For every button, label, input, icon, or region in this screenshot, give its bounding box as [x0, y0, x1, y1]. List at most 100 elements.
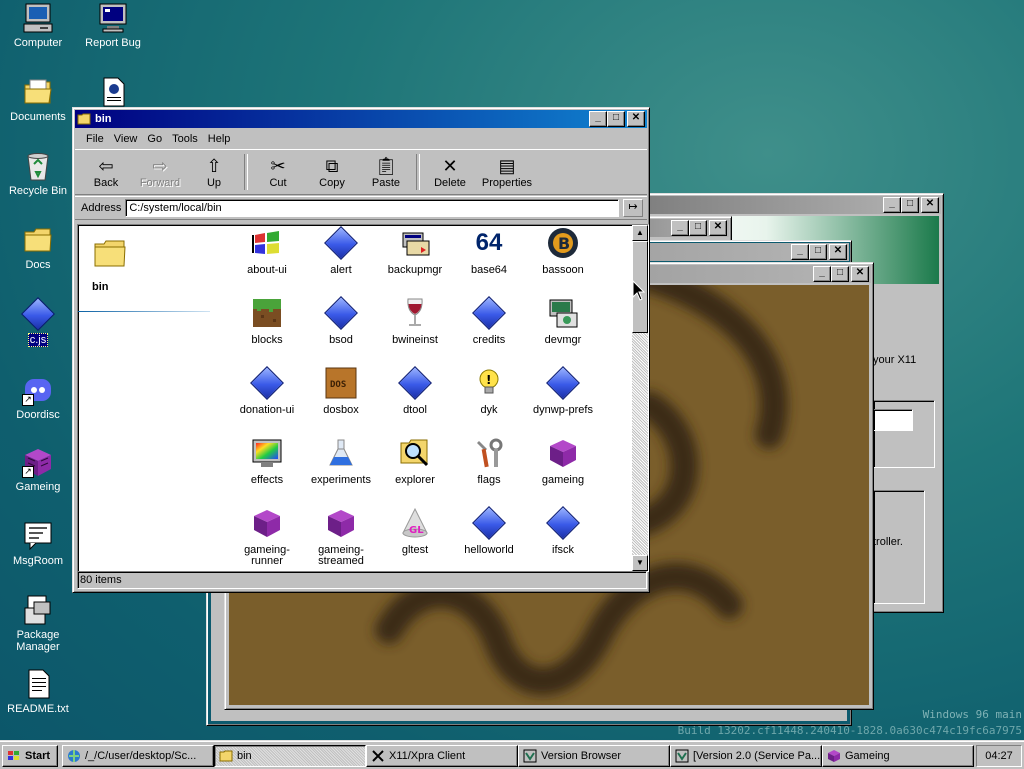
gl-cone-icon: GL: [399, 507, 431, 539]
file-item[interactable]: backupmgr: [378, 227, 452, 276]
menu-view[interactable]: View: [109, 133, 143, 145]
file-item[interactable]: gameing: [526, 437, 600, 486]
file-item[interactable]: B bassoon: [526, 227, 600, 276]
delete-button[interactable]: ✕ Delete: [423, 150, 477, 194]
minimize-button[interactable]: _: [671, 220, 689, 236]
desktop-icon-docs[interactable]: Docs: [0, 224, 76, 271]
address-input[interactable]: C:/system/local/bin: [125, 199, 619, 217]
minimize-button[interactable]: _: [883, 197, 901, 213]
desktop-icon-report-bug[interactable]: Report Bug: [75, 2, 151, 49]
taskbar-item-version-info[interactable]: [Version 2.0 (Service Pa...: [670, 745, 822, 767]
close-button[interactable]: ✕: [709, 220, 727, 236]
file-item[interactable]: helloworld: [452, 506, 526, 556]
file-item[interactable]: GL gltest: [378, 507, 452, 556]
file-item[interactable]: explorer: [378, 437, 452, 486]
explorer-titlebar[interactable]: bin _ □ ✕: [75, 110, 647, 128]
desktop-icon-gameing[interactable]: ↗ Gameing: [0, 446, 76, 493]
file-name: gltest: [401, 544, 429, 556]
minimize-button[interactable]: _: [589, 111, 607, 127]
desktop-icon-recycle-bin[interactable]: Recycle Bin: [0, 150, 76, 197]
close-button[interactable]: ✕: [627, 111, 645, 127]
minimize-button[interactable]: _: [791, 244, 809, 260]
file-item[interactable]: ! dyk: [452, 367, 526, 416]
scroll-up-button[interactable]: ▲: [632, 225, 648, 241]
desktop-icon-documents[interactable]: Documents: [0, 76, 76, 123]
file-item[interactable]: devmgr: [526, 297, 600, 346]
file-item[interactable]: blocks: [230, 297, 304, 346]
desktop-icon-document[interactable]: [75, 76, 151, 111]
diamond-icon: [546, 506, 580, 540]
file-name: helloworld: [464, 544, 514, 556]
file-item[interactable]: about-ui: [230, 227, 304, 276]
toolbar: ⇦ Back ⇨ Forward ⇧ Up ✂ Cut ⧉ Copy 📋︎ Paste ✕ D…: [75, 149, 647, 195]
desktop-icon-package-manager[interactable]: Package Manager: [0, 594, 76, 653]
taskbar-item-bin[interactable]: bin: [214, 745, 366, 767]
explorer-window[interactable]: bin _ □ ✕ File View Go Tools Help ⇦ Back …: [72, 107, 650, 593]
xpra-input[interactable]: [873, 409, 913, 431]
file-item[interactable]: gameing-runner: [230, 507, 304, 567]
desktop-icon-msgroom[interactable]: MsgRoom: [0, 520, 76, 567]
close-button[interactable]: ✕: [829, 244, 847, 260]
close-button[interactable]: ✕: [921, 197, 939, 213]
file-item[interactable]: DOS dosbox: [304, 367, 378, 416]
file-item[interactable]: bwineinst: [378, 297, 452, 346]
file-name: alert: [330, 264, 352, 276]
desktop-icon-label: Documents: [10, 111, 66, 123]
cut-button[interactable]: ✂ Cut: [251, 150, 305, 194]
vertical-scrollbar[interactable]: ▲ ▼: [632, 225, 648, 571]
properties-icon: ▤: [498, 156, 516, 176]
start-button[interactable]: Start: [2, 745, 58, 767]
folder-name: bin: [92, 281, 109, 293]
file-name: blocks: [251, 334, 283, 346]
maximize-button[interactable]: □: [809, 244, 827, 260]
paste-button[interactable]: 📋︎ Paste: [359, 150, 413, 194]
maximize-button[interactable]: □: [901, 197, 919, 213]
up-button[interactable]: ⇧ Up: [187, 150, 241, 194]
diamond-icon: [250, 366, 284, 400]
file-item[interactable]: dtool: [378, 366, 452, 416]
file-item[interactable]: dynwp-prefs: [526, 366, 600, 416]
system-tray-clock[interactable]: 04:27: [976, 745, 1022, 767]
maximize-button[interactable]: □: [689, 220, 707, 236]
cube-icon: [827, 749, 841, 763]
info-divider: [78, 311, 210, 312]
desktop-icon-readme[interactable]: README.txt: [0, 668, 76, 715]
file-item[interactable]: experiments: [304, 437, 378, 486]
desktop-icon-cjs[interactable]: c.js: [0, 297, 76, 347]
file-item[interactable]: gameing-streamed: [304, 507, 378, 567]
taskbar-item-explorer-desktop[interactable]: /_/C/user/desktop/Sc...: [62, 745, 214, 767]
file-item[interactable]: flags: [452, 437, 526, 486]
properties-button[interactable]: ▤ Properties: [477, 150, 537, 194]
taskbar-item-version-browser[interactable]: Version Browser: [518, 745, 670, 767]
go-button[interactable]: ↦: [623, 199, 643, 217]
lightbulb-icon: !: [473, 367, 505, 399]
file-item[interactable]: effects: [230, 437, 304, 486]
file-item[interactable]: credits: [452, 296, 526, 346]
scroll-down-button[interactable]: ▼: [632, 555, 648, 571]
file-item[interactable]: ifsck: [526, 506, 600, 556]
menu-file[interactable]: File: [81, 133, 109, 145]
file-item[interactable]: 64 base64: [452, 227, 526, 276]
taskbar-item-xpra[interactable]: X11/Xpra Client: [366, 745, 518, 767]
maximize-button[interactable]: □: [831, 266, 849, 282]
file-item[interactable]: bsod: [304, 296, 378, 346]
maximize-button[interactable]: □: [607, 111, 625, 127]
taskbar-item-gameing[interactable]: Gameing: [822, 745, 974, 767]
xpra-text2: troller.: [873, 536, 903, 548]
close-button[interactable]: ✕: [851, 266, 869, 282]
diamond-icon: [324, 226, 358, 260]
xpra-titlebar[interactable]: _ □ ✕: [649, 196, 941, 214]
copy-button[interactable]: ⧉ Copy: [305, 150, 359, 194]
menu-go[interactable]: Go: [142, 133, 167, 145]
back-button[interactable]: ⇦ Back: [79, 150, 133, 194]
file-item[interactable]: donation-ui: [230, 366, 304, 416]
back-arrow-icon: ⇦: [98, 156, 114, 176]
menu-help[interactable]: Help: [203, 133, 236, 145]
desktop-icon-doordisc[interactable]: ↗ Doordisc: [0, 374, 76, 421]
desktop-icon-computer[interactable]: Computer: [0, 2, 76, 49]
minimize-button[interactable]: _: [813, 266, 831, 282]
forward-button[interactable]: ⇨ Forward: [133, 150, 187, 194]
file-item[interactable]: alert: [304, 226, 378, 276]
menu-tools[interactable]: Tools: [167, 133, 203, 145]
diamond-icon: [472, 506, 506, 540]
